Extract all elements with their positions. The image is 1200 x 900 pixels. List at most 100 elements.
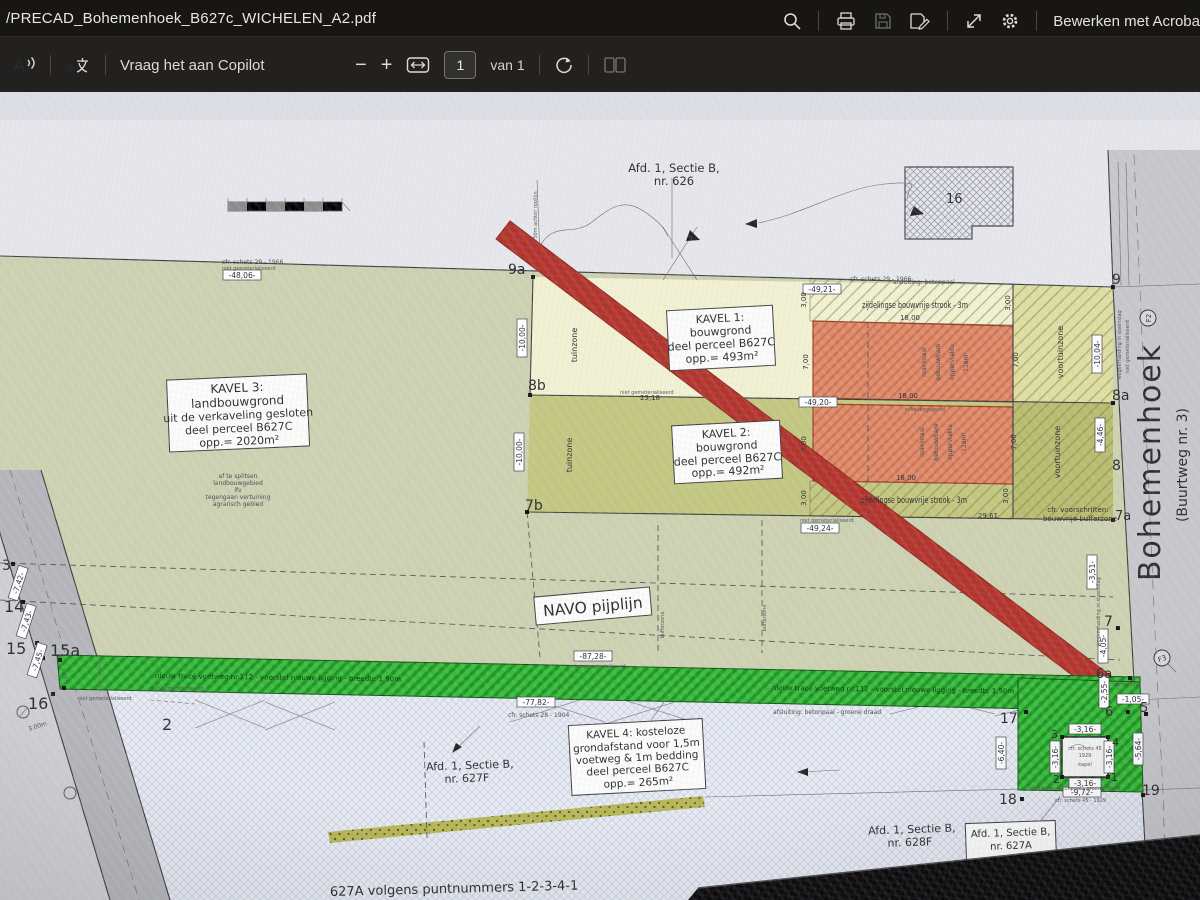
plan-note: verharding: [1113, 682, 1140, 688]
plan-note: 50m achter rooilijn: [533, 191, 539, 238]
svg-text:nr. 626: nr. 626: [654, 174, 694, 188]
page-count-label: van 1: [490, 57, 524, 73]
measurement-label: 7,00: [1012, 352, 1020, 368]
svg-text:a: a: [66, 60, 74, 75]
point-number: 4: [1112, 736, 1119, 749]
measurement-label: -3,16-: [1105, 746, 1114, 768]
measurement-label: -87,28-: [580, 652, 607, 661]
plan-note: bufferzone: [762, 605, 768, 632]
fullscreen-icon: [964, 11, 984, 31]
fit-width-button[interactable]: [406, 55, 430, 75]
rotate-icon: [554, 55, 574, 75]
zone-label: bouwvrije bufferzone: [1043, 515, 1117, 523]
plan-note: niet gemeterialiseerd: [572, 664, 626, 670]
svg-text:ifv: ifv: [234, 487, 242, 494]
translate-button[interactable]: a: [65, 54, 91, 76]
zoom-out-button[interactable]: −: [355, 54, 367, 77]
point-number: 8a: [1112, 388, 1130, 404]
measurement-label: -6,40-: [997, 742, 1006, 764]
svg-text:oppervlakte: oppervlakte: [947, 424, 954, 460]
read-aloud-button[interactable]: A: [12, 54, 36, 76]
point-number: 16: [946, 192, 963, 207]
plan-note: niet gemeterialiseerd: [620, 390, 674, 396]
kavel1-label: KAVEL 1: bouwgrond deel perceel B627C op…: [666, 305, 777, 371]
measurement-label: -77,82-: [523, 698, 550, 707]
zone-label: tuinzone: [565, 438, 574, 473]
kavel4-label: KAVEL 4: kosteloze grondafstand voor 1,5…: [568, 719, 705, 796]
save-as-icon: [909, 11, 931, 31]
save-as-button[interactable]: [909, 11, 931, 31]
page-number-input[interactable]: 1: [444, 51, 476, 79]
measurement-label: 18,00: [898, 392, 918, 400]
measurement-label: 7,00: [802, 354, 810, 370]
toolbar-separator: [947, 11, 948, 31]
svg-text:maximaal: maximaal: [921, 347, 928, 377]
plan-canvas: -48,06- -49,21- -49,20- -49,24- -87,28- …: [0, 92, 1200, 900]
plan-note: afsluiting: betonpaal - groene draad: [773, 709, 881, 716]
point-number: 2: [1053, 773, 1060, 786]
point-number: 18: [999, 792, 1017, 808]
translate-icon: a: [65, 54, 91, 76]
pdf-page[interactable]: -48,06- -49,21- -49,20- -49,24- -87,28- …: [0, 92, 1200, 900]
zone-label: voortuinzone: [1053, 426, 1062, 478]
point-number: 6a: [1096, 667, 1112, 682]
rotate-button[interactable]: [554, 55, 574, 75]
plan-note: afsluiting: betonpaal: [893, 279, 955, 286]
search-button[interactable]: [782, 11, 802, 31]
ask-copilot-button[interactable]: Vraag het aan Copilot: [120, 57, 265, 74]
svg-text:bebouwbare: bebouwbare: [933, 423, 940, 461]
measurement-label: -3,16-: [1074, 725, 1096, 734]
page-view-icon: [603, 55, 627, 75]
svg-text:landbouwgebied: landbouwgebied: [213, 480, 263, 487]
svg-text:af te splitsen: af te splitsen: [219, 473, 258, 480]
svg-text:maximaal: maximaal: [919, 427, 926, 457]
measurement-label: -49,24-: [807, 524, 834, 533]
edit-with-acrobat-label: Bewerken met Acroba: [1053, 13, 1200, 30]
measurement-label: 18,00: [900, 314, 920, 322]
svg-text:nr. 627A: nr. 627A: [990, 840, 1032, 852]
measurement-label: -3,16-: [1051, 746, 1060, 768]
print-icon: [835, 11, 857, 31]
point-number: 15a: [50, 641, 80, 660]
svg-text:nr. 628F: nr. 628F: [887, 835, 932, 850]
ask-copilot-label: Vraag het aan Copilot: [120, 57, 265, 74]
plan-note: niet gemeterialiseerd: [222, 266, 276, 272]
toolbar-separator: [818, 11, 819, 31]
plan-note: cfr. schets 45 - 1929: [1055, 798, 1106, 804]
svg-text:Bohemenhoek: Bohemenhoek: [1133, 343, 1168, 581]
settings-button[interactable]: [1000, 11, 1020, 31]
point-number: 9a: [508, 262, 526, 278]
fullscreen-button[interactable]: [964, 11, 984, 31]
point-number: 5: [1140, 701, 1148, 716]
svg-text:1929: 1929: [1079, 753, 1092, 759]
measurement-label: -10,00-: [518, 324, 527, 351]
point-number: 16: [28, 694, 48, 713]
pdf-filename: /PRECAD_Bohemenhoek_B627c_WICHELEN_A2.pd…: [0, 10, 376, 27]
pdf-toolbar: A a Vraag het aan Copilot − +: [0, 36, 1200, 93]
svg-text:tegengaan vertuining: tegengaan vertuining: [206, 494, 271, 501]
measurement-label: -5,64-: [1134, 738, 1143, 760]
read-aloud-icon: A: [12, 54, 36, 76]
save-button[interactable]: [873, 11, 893, 31]
edit-with-acrobat-button[interactable]: Bewerken met Acroba: [1053, 13, 1200, 30]
measurement-label: 3,00: [1002, 488, 1010, 504]
point-number: 2: [162, 715, 172, 734]
screenshot-stage: /PRECAD_Bohemenhoek_B627c_WICHELEN_A2.pd…: [0, 0, 1200, 900]
measurement-label: 3,00: [800, 490, 808, 506]
point-number: 6: [1105, 705, 1113, 720]
measurement-label: -10,04-: [1093, 340, 1102, 367]
measurement-label: -4,46-: [1096, 424, 1105, 446]
point-number: 8b: [528, 378, 546, 394]
toolbar-separator: [539, 55, 540, 75]
page-view-button[interactable]: [603, 55, 627, 75]
point-number: 17: [1000, 711, 1018, 727]
plan-note: cfr. schets 29 - 1966: [222, 259, 284, 266]
zone-label: zijdelingse bouwvrije strook - 3m: [861, 496, 967, 506]
zone-label: cfr. voorschriften:: [1047, 506, 1109, 514]
measurement-label: 7,00: [800, 436, 808, 452]
svg-text:agrarisch gebied: agrarisch gebied: [213, 501, 264, 508]
zoom-in-button[interactable]: +: [381, 54, 393, 77]
print-button[interactable]: [835, 11, 857, 31]
measurement-label: -49,21-: [809, 285, 836, 294]
point-number: 7: [1104, 614, 1113, 630]
